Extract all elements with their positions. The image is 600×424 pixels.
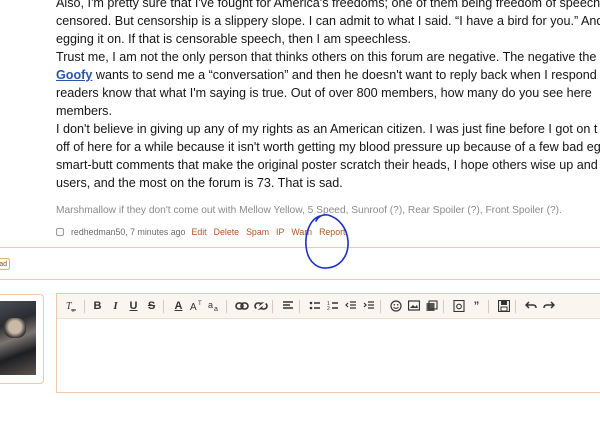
toolbar-divider — [380, 300, 381, 313]
toolbar-divider — [443, 300, 444, 313]
svg-text:a: a — [208, 300, 213, 310]
reply-divider — [0, 279, 600, 280]
reply-editor: Tx B I U S A AT aa 12 ” — [56, 293, 600, 393]
svg-text:2: 2 — [327, 306, 330, 311]
toolbar-divider — [272, 300, 273, 313]
avatar[interactable] — [0, 301, 36, 375]
link-icon[interactable] — [234, 298, 249, 313]
svg-text:A: A — [190, 302, 197, 312]
undo-icon[interactable] — [523, 298, 538, 313]
media-icon[interactable] — [424, 298, 439, 313]
select-post-checkbox[interactable] — [56, 228, 64, 236]
underline-icon[interactable]: U — [126, 298, 141, 313]
redo-icon[interactable] — [541, 298, 556, 313]
post-time: , 7 minutes ago — [125, 227, 186, 237]
post-line: censored. But censorship is a slippery s… — [56, 14, 600, 28]
post-line: members. — [56, 104, 112, 118]
numbered-list-icon[interactable]: 12 — [325, 298, 340, 313]
toolbar-divider — [163, 300, 164, 313]
signature: Marshmallow if they don't come out with … — [56, 205, 562, 216]
left-tag[interactable]: ad — [0, 258, 10, 270]
post-line: off of here for a while because it isn't… — [56, 140, 600, 154]
italic-icon[interactable]: I — [108, 298, 123, 313]
mention-link-goofy[interactable]: Goofy — [56, 68, 92, 82]
warn-link[interactable]: Warn — [291, 227, 312, 237]
indent-icon[interactable] — [361, 298, 376, 313]
hand-drawn-circle-annotation — [305, 214, 349, 269]
svg-text:a: a — [214, 306, 218, 312]
delete-link[interactable]: Delete — [214, 227, 239, 237]
image-icon[interactable] — [406, 298, 421, 313]
toolbar-divider — [299, 300, 300, 313]
font-size-icon[interactable]: AT — [189, 298, 204, 313]
post-line: I don't believe in giving up any of my r… — [56, 122, 598, 136]
smilie-icon[interactable] — [388, 298, 403, 313]
font-family-icon[interactable]: aa — [207, 298, 222, 313]
editor-toolbar: Tx B I U S A AT aa 12 ” — [57, 294, 600, 319]
bold-icon[interactable]: B — [90, 298, 105, 313]
ip-link[interactable]: IP — [276, 227, 284, 237]
unlink-icon[interactable] — [253, 298, 268, 313]
post-line: Also, I'm pretty sure that I've fought f… — [56, 0, 600, 10]
toolbar-divider — [226, 300, 227, 313]
report-link[interactable]: Report — [319, 227, 345, 237]
quote-icon[interactable]: ” — [469, 298, 484, 313]
remove-format-icon[interactable]: Tx — [63, 298, 78, 313]
post-line: users, and the most on the forum is 73. … — [56, 176, 343, 190]
post-line: readers know that what I'm saying is tru… — [56, 86, 592, 100]
avatar-photo-detail — [4, 318, 26, 338]
toolbar-divider — [515, 300, 516, 313]
toolbar-divider — [84, 300, 85, 313]
post-line: wants to send me a “conversation” and th… — [95, 68, 597, 82]
code-icon[interactable] — [451, 298, 466, 313]
post-divider — [0, 247, 600, 248]
post-line-with-mention: Goofy wants to send me a “conversation” … — [56, 66, 597, 84]
strikethrough-icon[interactable]: S — [144, 298, 159, 313]
text-color-icon[interactable]: A — [171, 298, 186, 313]
save-draft-icon[interactable] — [496, 298, 511, 313]
post-line: egging it on. If that is censorable spee… — [56, 32, 411, 46]
post-line: smart-butt comments that make the origin… — [56, 158, 598, 172]
spam-link[interactable]: Spam — [246, 227, 269, 237]
post-author-time: redhedman50, 7 minutes ago — [71, 227, 185, 237]
edit-link[interactable]: Edit — [191, 227, 206, 237]
toolbar-divider — [488, 300, 489, 313]
post-body: Also, I'm pretty sure that I've fought f… — [0, 0, 600, 196]
post-meta: redhedman50, 7 minutes ago Edit Delete S… — [56, 225, 352, 239]
bulleted-list-icon[interactable] — [307, 298, 322, 313]
author-name[interactable]: redhedman50 — [71, 227, 125, 237]
outdent-icon[interactable] — [343, 298, 358, 313]
post-line: Trust me, I am not the only person that … — [56, 50, 597, 64]
reply-text-area[interactable] — [57, 320, 600, 392]
svg-text:T: T — [198, 301, 202, 307]
align-icon[interactable] — [280, 298, 295, 313]
